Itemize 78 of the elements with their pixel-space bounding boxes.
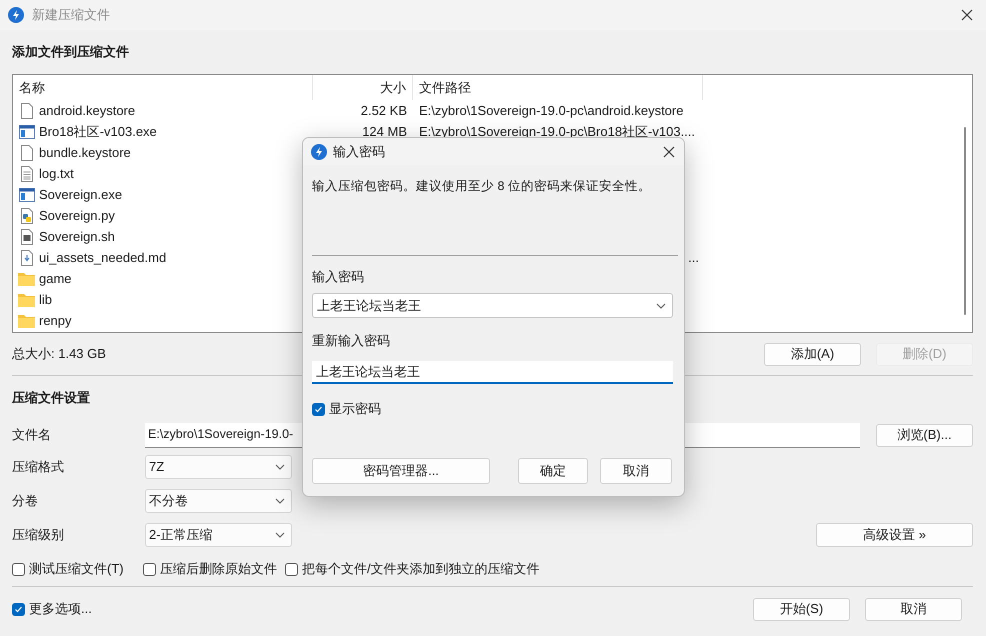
scrollbar-thumb[interactable] <box>964 127 966 315</box>
file-name[interactable]: game <box>39 268 72 288</box>
dialog-message: 输入压缩包密码。建议使用至少 8 位的密码来保证安全性。 <box>312 178 651 195</box>
column-header[interactable]: 文件路径 <box>413 75 703 100</box>
dialog-title: 输入密码 <box>333 142 385 161</box>
file-name[interactable]: log.txt <box>39 164 74 184</box>
chevron-down-icon <box>656 302 666 308</box>
close-button[interactable] <box>960 8 974 22</box>
checkbox[interactable] <box>12 562 25 576</box>
field-label: 重新输入密码 <box>312 332 390 350</box>
window-icon <box>18 124 34 138</box>
field-label: 压缩格式 <box>12 458 65 476</box>
section-heading: 压缩文件设置 <box>12 389 90 408</box>
field-label: 分卷 <box>12 492 39 510</box>
checkbox-label[interactable]: 压缩后删除原始文件 <box>160 559 277 579</box>
field-label: 压缩级别 <box>12 526 65 544</box>
app-icon <box>8 7 24 23</box>
document-icon <box>20 250 34 266</box>
column-header[interactable]: 大小 <box>313 75 413 100</box>
checkbox[interactable] <box>143 562 156 576</box>
chevron-down-icon <box>275 532 285 538</box>
file-path: ... <box>688 248 699 267</box>
checkbox-label[interactable]: 测试压缩文件(T) <box>29 559 124 579</box>
checkbox[interactable] <box>312 402 325 416</box>
file-icon <box>20 144 34 160</box>
field-label: 输入密码 <box>312 268 364 286</box>
file-path: E:\zybro\1Sovereign-19.0-pc\Bro18社区-v103.... <box>419 122 696 141</box>
close-button[interactable] <box>662 144 676 158</box>
field-label: 文件名 <box>12 426 52 444</box>
dropdown[interactable]: 2-正常压缩 <box>145 523 292 547</box>
folder-icon <box>18 272 35 286</box>
window-title: 新建压缩文件 <box>32 6 110 24</box>
window-icon <box>18 188 34 202</box>
close-icon <box>663 146 675 158</box>
file-name[interactable]: Sovereign.py <box>39 206 115 226</box>
column-header[interactable]: 名称 <box>13 75 313 100</box>
checkbox-label[interactable]: 显示密码 <box>329 399 381 419</box>
dialog-button[interactable]: 取消 <box>600 458 672 484</box>
footer-button[interactable]: 开始(S) <box>753 598 850 620</box>
checkmark-icon <box>14 604 23 614</box>
checkbox-label[interactable]: 更多选项... <box>29 599 92 619</box>
checkbox[interactable] <box>12 602 25 616</box>
section-heading: 添加文件到压缩文件 <box>12 43 129 62</box>
footer-button[interactable]: 取消 <box>865 598 962 620</box>
list-button[interactable]: 添加(A) <box>764 342 861 366</box>
file-name[interactable]: Bro18社区-v103.exe <box>39 122 157 142</box>
file-name[interactable]: Sovereign.exe <box>39 184 122 204</box>
file-icon <box>20 102 34 118</box>
close-icon <box>961 9 973 21</box>
file-name[interactable]: ui_assets_needed.md <box>39 248 166 268</box>
folder-icon <box>18 314 35 328</box>
file-size: 124 MB <box>362 122 407 141</box>
text-file-icon <box>20 166 34 182</box>
advanced-settings-button[interactable]: 高级设置 » <box>816 523 973 547</box>
dialog-button[interactable]: 确定 <box>518 458 588 484</box>
app-icon <box>311 144 327 160</box>
chevron-down-icon <box>275 464 285 470</box>
file-name[interactable]: lib <box>39 290 52 310</box>
chevron-down-icon <box>275 498 285 504</box>
file-path: E:\zybro\1Sovereign-19.0-pc\android.keystore <box>419 102 684 120</box>
password-manager-button[interactable]: 密码管理器... <box>312 458 490 484</box>
checkbox-label[interactable]: 把每个文件/文件夹添加到独立的压缩文件 <box>302 559 540 579</box>
script-file-icon <box>20 228 34 244</box>
file-name[interactable]: renpy <box>39 310 72 330</box>
checkmark-icon <box>314 404 323 414</box>
browse-button[interactable]: 浏览(B)... <box>876 424 973 446</box>
file-size: 2.52 KB <box>360 102 407 120</box>
python-file-icon <box>20 208 34 224</box>
file-name[interactable]: android.keystore <box>39 100 136 120</box>
checkbox[interactable] <box>285 562 298 576</box>
password-combobox[interactable]: 上老王论坛当老王 <box>312 293 673 318</box>
dropdown[interactable]: 7Z <box>145 455 292 479</box>
folder-icon <box>18 292 35 306</box>
total-size: 总大小: 1.43 GB <box>12 345 106 364</box>
file-name[interactable]: Sovereign.sh <box>39 226 115 246</box>
password-confirm-field[interactable]: 上老王论坛当老王 <box>312 361 673 384</box>
dropdown[interactable]: 不分卷 <box>145 489 292 513</box>
file-name[interactable]: bundle.keystore <box>39 142 131 162</box>
